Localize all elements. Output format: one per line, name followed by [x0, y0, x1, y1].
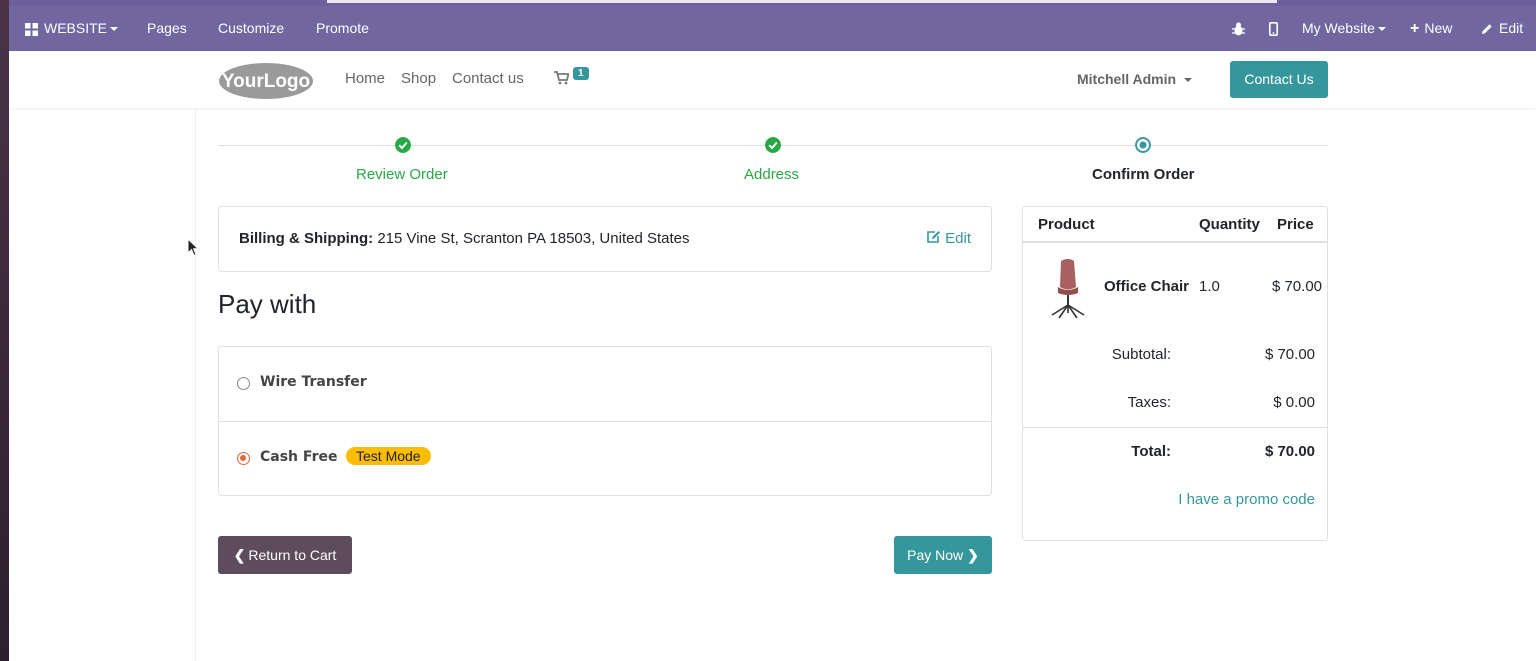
caret-down-icon — [1377, 27, 1386, 32]
pay-now-label: Pay Now — [907, 547, 964, 563]
edit-button[interactable]: Edit — [1481, 6, 1523, 51]
nav-shop[interactable]: Shop — [401, 70, 436, 87]
item-price: $ 70.00 — [1271, 278, 1322, 295]
total-label: Total: — [1131, 443, 1171, 460]
my-website-menu[interactable]: My Website — [1302, 6, 1386, 51]
summary-header-divider — [1023, 241, 1327, 243]
site-logo[interactable]: YourLogo — [218, 60, 314, 100]
edit-square-icon — [927, 231, 941, 243]
pages-menu[interactable]: Pages — [147, 6, 187, 51]
mobile-preview-button[interactable] — [1269, 6, 1279, 51]
site-header: YourLogo Home Shop Contact us 1 Mitchell… — [9, 51, 1536, 108]
step-confirm-order: Confirm Order — [1092, 166, 1195, 183]
cash-free-label: Cash Free — [260, 449, 338, 465]
billing-address-value: 215 Vine St, Scranton PA 18503, United S… — [377, 230, 690, 247]
nav-contact-us[interactable]: Contact us — [452, 70, 524, 87]
edit-label: Edit — [1499, 20, 1524, 36]
pay-with-heading: Pay with — [218, 289, 317, 319]
promo-code-link[interactable]: I have a promo code — [1178, 491, 1315, 508]
pencil-icon — [1482, 24, 1492, 35]
wire-transfer-radio[interactable] — [237, 377, 250, 390]
logo-text: YourLogo — [222, 71, 310, 92]
step-address-check-icon — [765, 137, 781, 153]
step-review-order-check-icon — [395, 137, 411, 153]
caret-down-icon — [1184, 78, 1193, 83]
website-menu-label: WEBSITE — [44, 20, 108, 36]
billing-address: Billing & Shipping: 215 Vine St, Scranto… — [239, 230, 690, 247]
step-address[interactable]: Address — [744, 166, 799, 183]
taxes-label: Taxes: — [1127, 394, 1171, 411]
mobile-icon — [1269, 22, 1279, 37]
promote-menu[interactable]: Promote — [316, 6, 369, 51]
new-button[interactable]: + New — [1410, 6, 1452, 51]
billing-edit-link[interactable]: Edit — [926, 230, 971, 247]
return-to-cart-label: Return to Cart — [248, 547, 337, 563]
nav-home[interactable]: Home — [345, 70, 385, 87]
item-name[interactable]: Office Chair — [1104, 278, 1189, 295]
billing-edit-label: Edit — [945, 230, 971, 247]
plus-icon: + — [1410, 20, 1420, 37]
billing-label: Billing & Shipping: — [239, 230, 374, 247]
step-confirm-current-icon — [1135, 137, 1151, 153]
new-label: New — [1424, 20, 1453, 36]
my-website-label: My Website — [1302, 20, 1375, 36]
billing-shipping-card: Billing & Shipping: 215 Vine St, Scranto… — [218, 206, 992, 272]
total-value: $ 70.00 — [1264, 443, 1315, 460]
chevron-right-icon: ❯ — [967, 547, 979, 563]
summary-header-price: Price — [1277, 216, 1314, 233]
payment-method-wire-transfer[interactable]: Wire Transfer — [219, 347, 991, 421]
payment-method-cash-free[interactable]: Cash Free Test Mode — [219, 421, 991, 495]
contact-us-button[interactable]: Contact Us — [1230, 61, 1328, 98]
caret-down-icon — [110, 27, 119, 32]
taxes-value: $ 0.00 — [1273, 394, 1315, 411]
order-summary-card: Product Quantity Price Office Chair 1.0 … — [1022, 206, 1328, 541]
payment-methods-card: Wire Transfer Cash Free Test Mode — [218, 346, 992, 496]
subtotal-label: Subtotal: — [1111, 346, 1171, 363]
cart-icon[interactable] — [554, 71, 569, 85]
step-review-order[interactable]: Review Order — [356, 166, 448, 183]
user-name: Mitchell Admin — [1077, 71, 1177, 87]
customize-menu[interactable]: Customize — [218, 6, 284, 51]
item-quantity: 1.0 — [1199, 278, 1220, 295]
cart-count-badge: 1 — [573, 67, 589, 80]
admin-bar: WEBSITE Pages Customize Promote My Websi… — [9, 6, 1536, 51]
website-menu[interactable]: WEBSITE — [25, 6, 119, 51]
mouse-cursor-icon — [187, 238, 199, 257]
bug-icon — [1232, 22, 1245, 36]
chevron-left-icon: ❮ — [233, 547, 246, 563]
office-chair-image — [1051, 259, 1085, 319]
pay-now-button[interactable]: Pay Now ❯ — [894, 536, 992, 574]
wire-transfer-label: Wire Transfer — [260, 374, 367, 390]
apps-grid-icon — [25, 22, 38, 36]
user-menu[interactable]: Mitchell Admin — [1077, 71, 1193, 87]
browser-window: WEBSITE Pages Customize Promote My Websi… — [9, 0, 1536, 661]
return-to-cart-button[interactable]: ❮ Return to Cart — [218, 536, 352, 574]
test-mode-badge: Test Mode — [346, 447, 431, 465]
subtotal-value: $ 70.00 — [1264, 346, 1315, 363]
cash-free-radio[interactable] — [237, 452, 250, 465]
summary-header-product: Product — [1038, 216, 1095, 233]
desktop-background — [0, 0, 9, 661]
total-divider — [1023, 427, 1327, 428]
summary-header-quantity: Quantity — [1199, 216, 1260, 233]
debug-bug-button[interactable] — [1232, 6, 1245, 51]
